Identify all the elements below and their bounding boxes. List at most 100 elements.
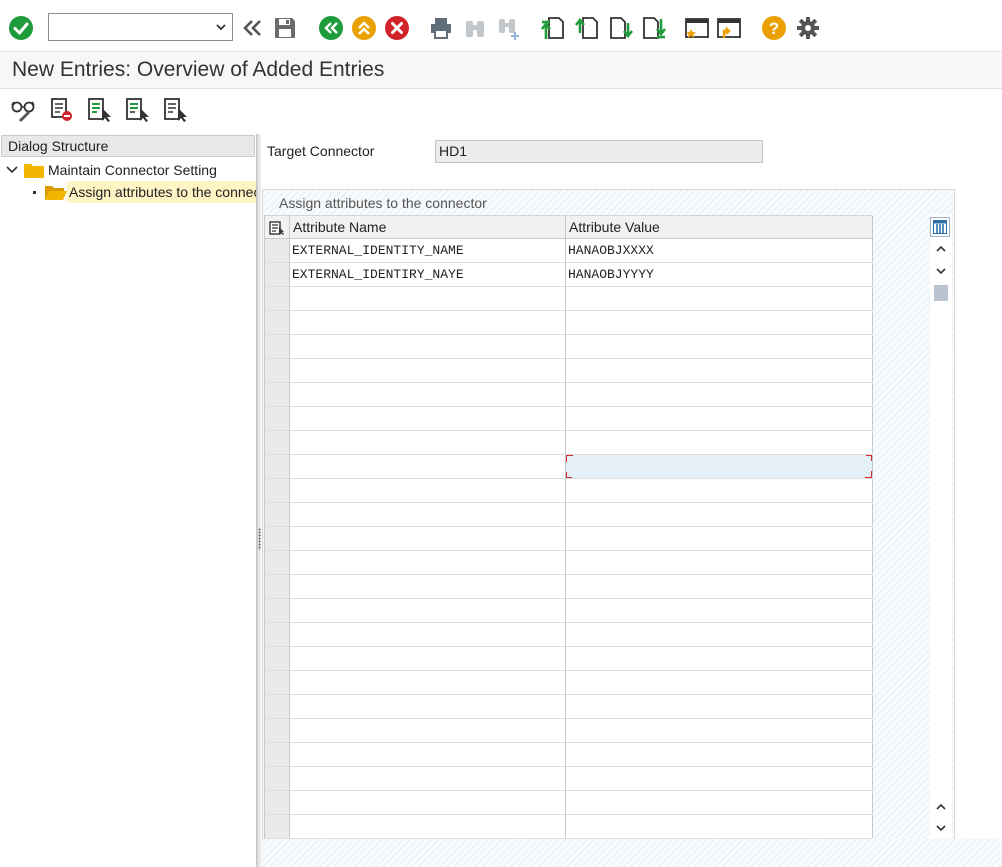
attribute-name-cell[interactable] [290, 791, 566, 814]
attribute-value-cell[interactable] [566, 815, 873, 838]
create-session-button[interactable] [684, 14, 710, 42]
table-row[interactable] [265, 767, 873, 791]
attribute-value-cell[interactable] [566, 623, 873, 646]
first-page-button[interactable] [540, 14, 566, 42]
next-page-button[interactable] [608, 14, 634, 42]
attribute-value-cell[interactable]: HANAOBJXXXX [566, 239, 873, 262]
table-row[interactable] [265, 743, 873, 767]
table-row[interactable] [265, 479, 873, 503]
attribute-name-cell[interactable] [290, 815, 566, 838]
attribute-name-cell[interactable]: EXTERNAL_IDENTIRY_NAYE [290, 263, 566, 286]
row-selector[interactable] [265, 719, 290, 742]
back-green-button[interactable] [318, 14, 344, 42]
attribute-value-cell[interactable] [566, 719, 873, 742]
attribute-value-cell[interactable] [566, 599, 873, 622]
attribute-value-cell[interactable] [566, 335, 873, 358]
previous-page-button[interactable] [574, 14, 600, 42]
table-row[interactable] [265, 575, 873, 599]
attribute-name-cell[interactable] [290, 695, 566, 718]
attribute-value-cell[interactable] [566, 311, 873, 334]
attribute-name-cell[interactable] [290, 527, 566, 550]
table-row[interactable] [265, 695, 873, 719]
row-selector[interactable] [265, 407, 290, 430]
attribute-name-cell[interactable]: EXTERNAL_IDENTITY_NAME [290, 239, 566, 262]
attribute-value-cell[interactable] [566, 383, 873, 406]
scroll-page-down-button[interactable] [933, 820, 949, 836]
attribute-name-cell[interactable] [290, 767, 566, 790]
attribute-value-cell[interactable]: HANAOBJYYYY [566, 263, 873, 286]
attribute-name-cell[interactable] [290, 647, 566, 670]
row-selector[interactable] [265, 503, 290, 526]
table-row[interactable] [265, 383, 873, 407]
select-all-button[interactable] [86, 96, 112, 122]
table-row[interactable] [265, 287, 873, 311]
table-row[interactable] [265, 503, 873, 527]
attribute-name-cell[interactable] [290, 287, 566, 310]
attribute-value-cell[interactable] [566, 695, 873, 718]
attribute-name-cell[interactable] [290, 359, 566, 382]
table-row[interactable] [265, 527, 873, 551]
row-selector[interactable] [265, 359, 290, 382]
deselect-all-button[interactable] [162, 96, 188, 122]
save-button[interactable] [272, 14, 298, 42]
attribute-value-cell[interactable] [566, 431, 873, 454]
chevron-down-icon[interactable] [214, 20, 228, 34]
enter-button[interactable] [8, 14, 34, 42]
attribute-value-cell[interactable] [566, 503, 873, 526]
attribute-name-cell[interactable] [290, 671, 566, 694]
row-selector[interactable] [265, 239, 290, 262]
change-display-button[interactable] [10, 96, 36, 122]
help-button[interactable]: ? [761, 14, 787, 42]
attribute-value-cell[interactable] [566, 479, 873, 502]
table-row[interactable] [265, 599, 873, 623]
row-selector[interactable] [265, 527, 290, 550]
chevron-down-icon[interactable] [6, 165, 18, 175]
tree-item-assign-attributes[interactable]: Assign attributes to the connector [0, 181, 256, 203]
select-block-button[interactable] [124, 96, 150, 122]
command-field[interactable] [48, 13, 233, 41]
table-vertical-scrollbar[interactable] [930, 215, 952, 839]
table-row[interactable] [265, 431, 873, 455]
row-selector[interactable] [265, 791, 290, 814]
table-row[interactable] [265, 335, 873, 359]
table-row[interactable] [265, 359, 873, 383]
tree-item-maintain-connector[interactable]: Maintain Connector Setting [0, 159, 256, 181]
attribute-name-cell[interactable] [290, 503, 566, 526]
row-selector[interactable] [265, 479, 290, 502]
row-selector[interactable] [265, 695, 290, 718]
attribute-name-cell[interactable] [290, 335, 566, 358]
attribute-value-cell[interactable] [566, 551, 873, 574]
select-all-rows-button[interactable] [265, 216, 290, 239]
attribute-value-cell[interactable] [566, 575, 873, 598]
scroll-down-button[interactable] [933, 263, 949, 279]
table-row[interactable] [265, 671, 873, 695]
table-row[interactable] [265, 815, 873, 839]
print-button[interactable] [428, 14, 454, 42]
attribute-value-cell[interactable] [566, 287, 873, 310]
attribute-name-cell[interactable] [290, 599, 566, 622]
row-selector[interactable] [265, 671, 290, 694]
table-row[interactable] [265, 455, 873, 479]
table-row[interactable] [265, 791, 873, 815]
attribute-name-cell[interactable] [290, 623, 566, 646]
cancel-button[interactable] [384, 14, 410, 42]
find-next-button[interactable] [496, 14, 522, 42]
last-page-button[interactable] [641, 14, 667, 42]
scroll-page-up-button[interactable] [933, 799, 949, 815]
attribute-value-cell[interactable] [566, 359, 873, 382]
attribute-name-cell[interactable] [290, 551, 566, 574]
attribute-name-cell[interactable] [290, 407, 566, 430]
row-selector[interactable] [265, 287, 290, 310]
scroll-thumb[interactable] [934, 285, 948, 301]
row-selector[interactable] [265, 431, 290, 454]
attribute-value-cell[interactable] [566, 767, 873, 790]
table-row[interactable] [265, 647, 873, 671]
column-settings-button[interactable] [930, 217, 950, 237]
attribute-name-cell[interactable] [290, 719, 566, 742]
row-selector[interactable] [265, 335, 290, 358]
attribute-value-cell[interactable] [566, 527, 873, 550]
column-header-attribute-value[interactable]: Attribute Value [566, 216, 873, 239]
attribute-value-cell[interactable] [566, 647, 873, 670]
row-selector[interactable] [265, 383, 290, 406]
row-selector[interactable] [265, 743, 290, 766]
